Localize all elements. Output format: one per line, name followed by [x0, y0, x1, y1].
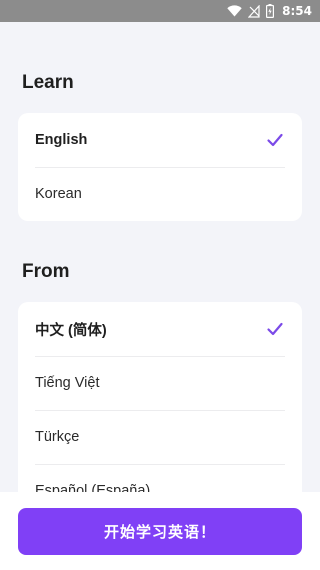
from-section-title: From — [22, 261, 70, 282]
from-option-chinese-simplified[interactable]: 中文 (简体) — [18, 302, 302, 356]
from-option-label: 中文 (简体) — [35, 322, 107, 339]
from-option-label: Tiếng Việt — [35, 375, 100, 391]
from-option-turkish[interactable]: Türkçe — [18, 410, 302, 464]
learn-option-korean[interactable]: Korean — [18, 167, 302, 221]
start-learning-button[interactable]: 开始学习英语！ — [18, 508, 302, 555]
learn-option-label: Korean — [35, 186, 82, 202]
check-icon — [267, 133, 283, 147]
from-option-label: Türkçe — [35, 429, 80, 445]
battery-charging-icon — [266, 4, 275, 18]
status-bar: 8:54 — [0, 0, 320, 22]
wifi-icon — [227, 5, 242, 17]
signal-off-icon — [248, 4, 260, 18]
learn-option-english[interactable]: English — [18, 113, 302, 167]
from-option-vietnamese[interactable]: Tiếng Việt — [18, 356, 302, 410]
from-language-card: 中文 (简体) Tiếng Việt Türkçe Español (Españ… — [18, 302, 302, 502]
learn-option-label: English — [35, 132, 88, 148]
learn-language-card: English Korean — [18, 113, 302, 221]
learn-section-title: Learn — [22, 72, 74, 93]
check-icon — [267, 322, 283, 336]
status-time: 8:54 — [282, 4, 312, 18]
